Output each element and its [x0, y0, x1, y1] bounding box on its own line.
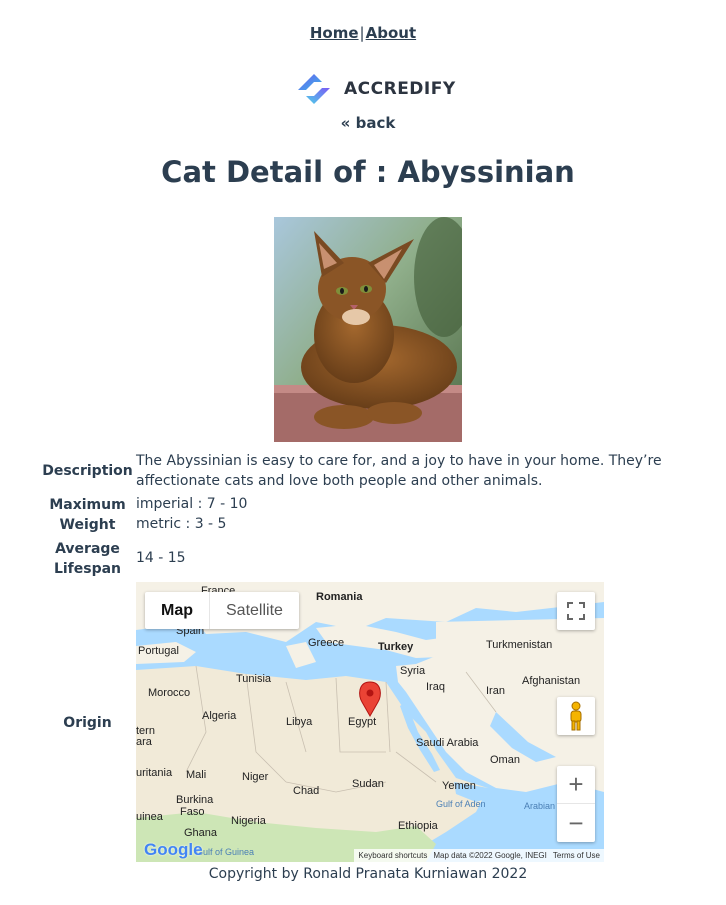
map-label-chad: Chad [293, 785, 319, 797]
map-label-turkey: Turkey [378, 641, 414, 653]
lifespan-label: Average Lifespan [40, 539, 135, 579]
nav-separator: | [359, 24, 365, 42]
map-label-portugal: Portugal [138, 645, 179, 657]
map-data-text: Map data ©2022 Google, INEGI [433, 851, 547, 860]
origin-label: Origin [63, 715, 112, 731]
footer-copyright: Copyright by Ronald Pranata Kurniawan 20… [208, 866, 528, 882]
map-label-egypt: Egypt [348, 716, 376, 728]
lifespan-label-line1: Average [55, 541, 120, 557]
weight-label: Maximum Weight [40, 495, 135, 535]
map-label-mali: Mali [186, 769, 206, 781]
weight-label-line1: Maximum [49, 497, 126, 513]
street-view-pegman-button[interactable] [557, 697, 595, 735]
top-nav: Home|About [0, 24, 726, 42]
map-label-gulf-of-aden: Gulf of Aden [436, 799, 486, 809]
map-label-turkmenistan: Turkmenistan [486, 639, 552, 651]
map-label-faso: Faso [180, 806, 204, 818]
map-label-algeria: Algeria [202, 710, 237, 722]
fullscreen-icon [567, 602, 585, 620]
map-label-greece: Greece [308, 637, 344, 649]
nav-about-link[interactable]: About [366, 24, 417, 42]
zoom-control: + − [557, 766, 595, 842]
description-value: The Abyssinian is easy to care for, and … [136, 453, 662, 489]
google-logo[interactable]: Google [144, 840, 203, 860]
weight-values: imperial : 7 - 10 metric : 3 - 5 [136, 494, 666, 534]
map-label-saudi-arabia: Saudi Arabia [416, 737, 479, 749]
map-label-burkina: Burkina [176, 794, 214, 806]
terms-of-use-link[interactable]: Terms of Use [553, 851, 600, 860]
map-label-arabian-sea: Arabian [524, 801, 555, 811]
map-type-control: Map Satellite [145, 592, 299, 629]
description-label: Description [42, 463, 133, 479]
map-label-romania: Romania [316, 591, 363, 603]
map-label-gulf-of-guinea: Gulf of Guinea [196, 847, 254, 857]
map-label-nigeria: Nigeria [231, 815, 267, 827]
map-label-ethiopia: Ethiopia [398, 820, 439, 832]
nav-home-link[interactable]: Home [310, 24, 359, 42]
google-logo-text: Google [144, 840, 203, 859]
map-type-map-button[interactable]: Map [145, 592, 209, 629]
weight-imperial: imperial : 7 - 10 [136, 496, 248, 512]
accredify-mark-icon [298, 74, 330, 104]
weight-metric: metric : 3 - 5 [136, 516, 227, 532]
map-label-ghana: Ghana [184, 827, 218, 839]
fullscreen-button[interactable] [557, 592, 595, 630]
map-type-satellite-button[interactable]: Satellite [209, 592, 299, 629]
map-label-libya: Libya [286, 716, 313, 728]
map-attribution: Keyboard shortcuts Map data ©2022 Google… [354, 849, 604, 862]
map-label-yemen: Yemen [442, 780, 476, 792]
map-label-syria: Syria [400, 665, 426, 677]
logo-text: ACCREDIFY [344, 79, 456, 99]
weight-label-line2: Weight [59, 517, 116, 533]
map-label-mauritania: uritania [136, 767, 173, 779]
back-link[interactable]: « back [0, 114, 726, 132]
map-label-afghanistan: Afghanistan [522, 675, 580, 687]
map-label-iraq: Iraq [426, 681, 445, 693]
map-label-sahara: ara [136, 736, 153, 748]
map-label-sudan: Sudan [352, 778, 384, 790]
accredify-logo[interactable]: ACCREDIFY [294, 70, 456, 108]
map-label-morocco: Morocco [148, 687, 190, 699]
map-label-guinea: uinea [136, 811, 164, 823]
map-label-niger: Niger [242, 771, 269, 783]
page-title: Cat Detail of : Abyssinian [161, 155, 575, 189]
lifespan-value: 14 - 15 [136, 550, 186, 566]
cat-photo [274, 217, 462, 442]
map-label-oman: Oman [490, 754, 520, 766]
map-label-tunisia: Tunisia [236, 673, 272, 685]
zoom-in-button[interactable]: + [557, 766, 595, 804]
zoom-out-button[interactable]: − [557, 804, 595, 842]
map-label-iran: Iran [486, 685, 505, 697]
keyboard-shortcuts-link[interactable]: Keyboard shortcuts [358, 851, 427, 860]
origin-map[interactable]: France Romania Spain Portugal Greece Tur… [136, 582, 604, 862]
lifespan-label-line2: Lifespan [53, 561, 122, 577]
pegman-icon [570, 701, 582, 731]
